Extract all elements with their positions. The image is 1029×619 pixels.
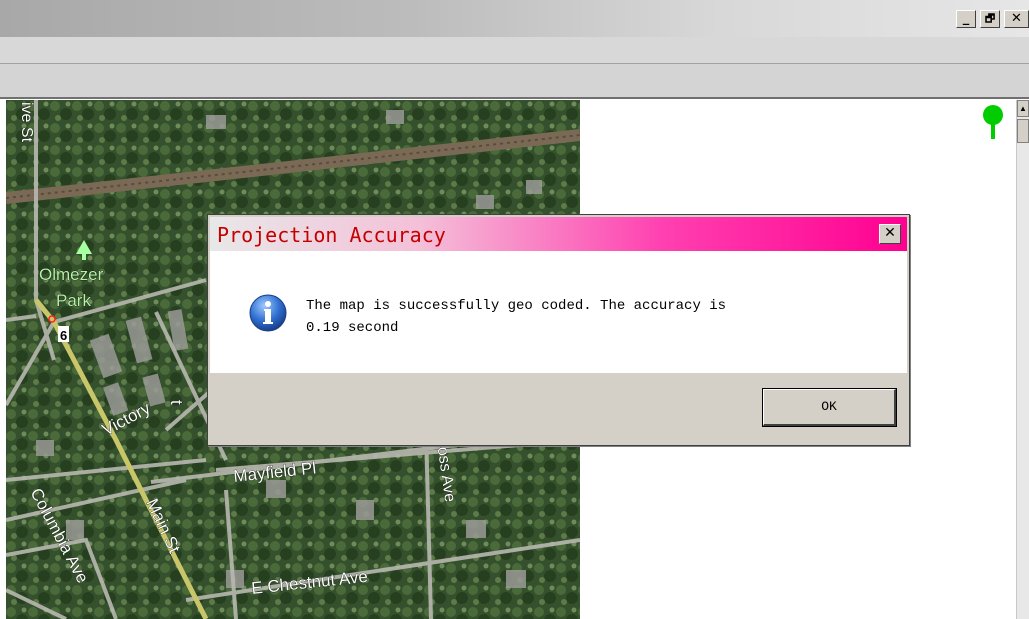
dialog-title-bar[interactable]: Projection Accuracy ✕ [210, 217, 907, 251]
scroll-up-arrow-icon[interactable]: ▲ [1017, 100, 1029, 117]
minimize-button[interactable]: _ [956, 10, 976, 28]
projection-accuracy-dialog: Projection Accuracy ✕ The map is success… [207, 214, 910, 446]
message-line-2: 0.19 second [306, 320, 399, 336]
location-pin-icon[interactable] [981, 104, 1005, 140]
dialog-body: The map is successfully geo coded. The a… [210, 251, 907, 373]
olive-st-label: ive St [18, 102, 35, 143]
dialog-message: The map is successfully geo coded. The a… [306, 295, 866, 339]
olmezer-label: Olmezer [39, 265, 104, 284]
ok-button[interactable]: OK [762, 388, 897, 427]
park-label: Park [56, 291, 91, 310]
menu-bar [0, 37, 1029, 64]
message-line-1: The map is successfully geo coded. The a… [306, 298, 727, 314]
toolbar [0, 64, 1029, 99]
info-icon [249, 294, 287, 332]
dialog-close-button[interactable]: ✕ [879, 224, 901, 244]
route-6-label: 6 [60, 328, 67, 343]
close-window-button[interactable]: ✕ [1004, 10, 1029, 28]
partial-street-label: t [167, 400, 186, 405]
app-title-bar: _ 🗗 ✕ [0, 0, 1029, 37]
vertical-scrollbar[interactable]: ▲ [1016, 100, 1029, 619]
dialog-title: Projection Accuracy [217, 223, 446, 247]
scroll-thumb[interactable] [1017, 119, 1029, 143]
restore-button[interactable]: 🗗 [980, 10, 1000, 28]
